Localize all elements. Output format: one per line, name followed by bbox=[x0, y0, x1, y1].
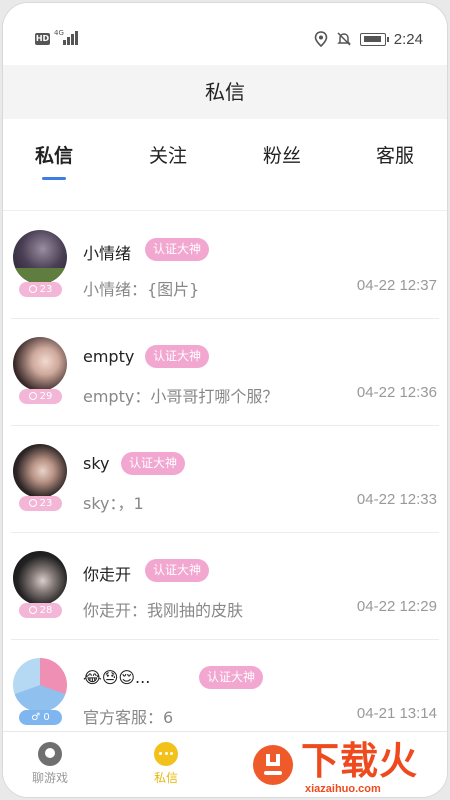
message-preview: 你走开：我刚抽的皮肤 bbox=[83, 601, 244, 620]
verified-tag: 认证大神 bbox=[145, 238, 210, 261]
tab-fans[interactable]: 粉丝 bbox=[263, 141, 301, 168]
verified-tag: 认证大神 bbox=[199, 666, 264, 689]
watermark-logo: 下载火 xiazaihuo.com bbox=[253, 739, 443, 797]
avatar[interactable] bbox=[13, 230, 67, 284]
location-icon bbox=[314, 31, 328, 47]
verified-tag: 认证大神 bbox=[145, 345, 210, 368]
gender-badge: ♂ 0 bbox=[19, 710, 62, 725]
heat-badge: 28 bbox=[19, 603, 62, 618]
message-preview: 小情绪：{图片} bbox=[83, 280, 200, 299]
message-time: 04-22 12:33 bbox=[356, 491, 437, 508]
avatar[interactable] bbox=[13, 551, 67, 605]
verified-tag: 认证大神 bbox=[145, 559, 210, 582]
tab-messages[interactable]: 私信 bbox=[35, 141, 73, 168]
chat-game-icon bbox=[38, 742, 62, 766]
message-preview: sky：，1 bbox=[83, 494, 144, 513]
message-time: 04-22 12:36 bbox=[356, 384, 437, 401]
contact-name: sky bbox=[83, 454, 110, 473]
nav-label: 私信 bbox=[153, 771, 178, 785]
hd-indicator: HD bbox=[35, 33, 50, 45]
conversation-row[interactable]: 23 sky 认证大神 sky：，1 04-22 12:33 bbox=[3, 426, 447, 533]
message-time: 04-21 13:14 bbox=[356, 705, 437, 722]
page-title: 私信 bbox=[3, 65, 447, 119]
tab-support[interactable]: 客服 bbox=[376, 141, 414, 168]
watermark-text: 下载火 bbox=[301, 739, 419, 783]
heat-badge: 23 bbox=[19, 496, 62, 511]
conversation-row[interactable]: 23 小情绪 认证大神 小情绪：{图片} 04-22 12:37 bbox=[3, 212, 447, 319]
signal-icon bbox=[63, 31, 81, 45]
contact-name: 😂😓😌... bbox=[83, 668, 151, 687]
contact-name: 你走开 bbox=[83, 565, 132, 584]
status-bar: HD 4G 2:24 bbox=[3, 3, 447, 65]
heat-badge: 23 bbox=[19, 282, 62, 297]
tab-following[interactable]: 关注 bbox=[149, 141, 187, 168]
male-icon: ♂ bbox=[31, 712, 44, 723]
contact-name: empty bbox=[83, 347, 135, 366]
message-preview: 官方客服：6 bbox=[83, 708, 174, 727]
tab-bar: 私信 关注 粉丝 客服 bbox=[3, 119, 447, 211]
message-time: 04-22 12:37 bbox=[356, 277, 437, 294]
avatar[interactable] bbox=[13, 658, 67, 712]
battery-icon bbox=[359, 32, 389, 46]
nav-messages[interactable]: 私信 bbox=[121, 732, 211, 797]
message-time: 04-22 12:29 bbox=[356, 598, 437, 615]
watermark-url: xiazaihuo.com bbox=[305, 783, 381, 795]
conversation-row[interactable]: 28 你走开 认证大神 你走开：我刚抽的皮肤 04-22 12:29 bbox=[3, 533, 447, 640]
verified-tag: 认证大神 bbox=[121, 452, 186, 475]
nav-label: 聊游戏 bbox=[31, 771, 68, 785]
avatar[interactable] bbox=[13, 337, 67, 391]
heat-badge: 29 bbox=[19, 389, 62, 404]
status-right: 2:24 bbox=[314, 29, 423, 49]
nav-chat-game[interactable]: 聊游戏 bbox=[5, 732, 95, 797]
message-icon bbox=[154, 742, 178, 766]
download-icon bbox=[253, 745, 293, 785]
mute-bell-icon bbox=[336, 32, 351, 46]
phone-screen: HD 4G 2:24 私信 私信 关注 粉丝 客服 23 小情绪 认证大神 小情… bbox=[2, 2, 448, 798]
avatar[interactable] bbox=[13, 444, 67, 498]
active-tab-indicator bbox=[42, 177, 66, 180]
conversation-row[interactable]: 29 empty 认证大神 empty：小哥哥打哪个服？ 04-22 12:36 bbox=[3, 319, 447, 426]
message-preview: empty：小哥哥打哪个服？ bbox=[83, 387, 279, 406]
clock: 2:24 bbox=[393, 30, 423, 48]
contact-name: 小情绪 bbox=[83, 244, 132, 263]
